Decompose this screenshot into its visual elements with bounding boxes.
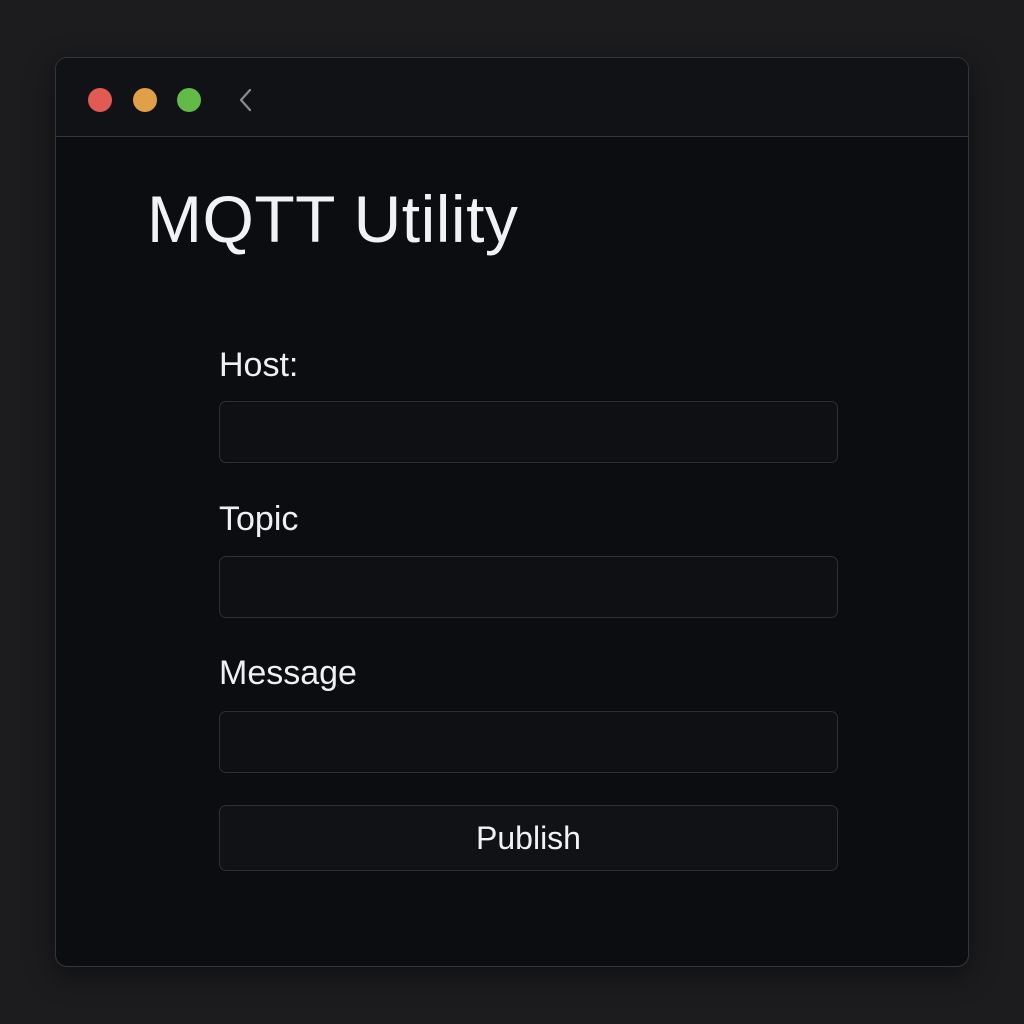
close-window-button[interactable] [88, 88, 112, 112]
topic-label: Topic [219, 500, 299, 538]
message-label: Message [219, 654, 357, 692]
maximize-window-button[interactable] [177, 88, 201, 112]
chevron-left-icon[interactable] [236, 86, 256, 114]
host-input[interactable] [219, 401, 838, 463]
host-label: Host: [219, 346, 299, 384]
minimize-window-button[interactable] [133, 88, 157, 112]
publish-button[interactable]: Publish [219, 805, 838, 871]
message-input[interactable] [219, 711, 838, 773]
topic-input[interactable] [219, 556, 838, 618]
page-title: MQTT Utility [147, 182, 519, 256]
titlebar [56, 58, 968, 137]
app-window: MQTT Utility Host: Topic Message Publish [55, 57, 969, 967]
